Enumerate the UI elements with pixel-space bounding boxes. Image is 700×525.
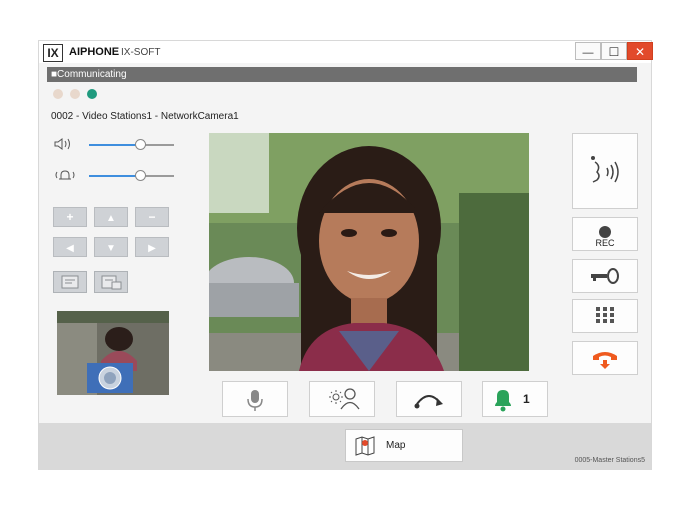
arrow-down-icon: ▼ <box>106 243 116 254</box>
title-bar: IX AIPHONE IX-SOFT — ☐ ✕ <box>39 41 653 63</box>
sub-camera-view[interactable] <box>57 311 169 395</box>
mute-button[interactable] <box>222 381 288 417</box>
ix-logo: IX <box>43 44 63 62</box>
speaker-volume-slider[interactable] <box>89 139 174 150</box>
keypad-icon <box>596 307 614 323</box>
brightness-button[interactable] <box>309 381 375 417</box>
brand-name: AIPHONE <box>69 46 120 58</box>
minimize-icon: — <box>582 47 594 59</box>
transfer-button[interactable] <box>396 381 462 417</box>
arrow-right-icon: ▶ <box>148 243 156 254</box>
map-icon <box>355 436 375 456</box>
keypad-button[interactable] <box>572 299 638 333</box>
minus-icon: − <box>148 210 156 224</box>
footer-bar: Map 0005-Master Stations5 <box>39 423 651 470</box>
talk-button[interactable] <box>572 133 638 209</box>
door-release-button[interactable] <box>572 259 638 293</box>
status-dot-2 <box>70 89 80 99</box>
maximize-button[interactable]: ☐ <box>601 42 627 60</box>
notify-button[interactable]: 1 <box>482 381 548 417</box>
snapshot-icon <box>61 275 79 289</box>
mic-volume-row <box>53 168 193 184</box>
main-video-view[interactable] <box>209 133 529 371</box>
recording-list-button[interactable] <box>94 271 128 293</box>
pan-up-button[interactable]: ▲ <box>94 207 128 227</box>
record-button[interactable]: REC <box>572 217 638 251</box>
speaker-icon <box>53 137 75 154</box>
speaker-volume-thumb[interactable] <box>135 139 146 150</box>
brightness-person-icon <box>329 388 360 410</box>
status-bar: ■Communicating <box>47 67 637 82</box>
map-button[interactable]: Map <box>345 429 463 462</box>
minimize-button[interactable]: — <box>575 42 601 60</box>
speaker-volume-fill <box>89 144 140 146</box>
microphone-icon <box>247 390 263 411</box>
pan-right-button[interactable]: ▶ <box>135 237 169 257</box>
bell-icon <box>495 390 511 412</box>
arrow-up-icon: ▲ <box>106 213 116 224</box>
station-label: 0002 - Video Stations1 - NetworkCamera1 <box>51 111 239 122</box>
status-dot-active <box>87 89 97 99</box>
snapshot-button[interactable] <box>53 271 87 293</box>
pan-down-button[interactable]: ▼ <box>94 237 128 257</box>
status-dot-1 <box>53 89 63 99</box>
map-label: Map <box>386 440 406 451</box>
ix-soft-window: IX AIPHONE IX-SOFT — ☐ ✕ ■Communicating … <box>38 40 653 470</box>
arrow-left-icon: ◀ <box>66 243 74 254</box>
product-name: IX-SOFT <box>121 47 161 58</box>
speaker-volume-row <box>53 137 193 153</box>
close-button[interactable]: ✕ <box>627 42 653 60</box>
zoom-out-button[interactable]: − <box>135 207 169 227</box>
pan-left-button[interactable]: ◀ <box>53 237 87 257</box>
hangup-button[interactable] <box>572 341 638 375</box>
mic-volume-fill <box>89 175 140 177</box>
transfer-icon <box>414 395 443 409</box>
hangup-icon <box>593 352 617 369</box>
key-icon <box>591 268 619 284</box>
recording-list-icon <box>101 275 122 290</box>
plus-icon: + <box>66 210 74 224</box>
maximize-icon: ☐ <box>608 45 620 59</box>
record-label: REC <box>595 238 615 248</box>
close-icon: ✕ <box>634 45 646 59</box>
talk-icon <box>591 156 619 183</box>
local-station-label: 0005-Master Stations5 <box>574 457 645 464</box>
zoom-in-button[interactable]: + <box>53 207 87 227</box>
mic-volume-thumb[interactable] <box>135 170 146 181</box>
mic-volume-icon <box>53 168 83 185</box>
notify-count: 1 <box>523 392 530 406</box>
mic-volume-slider[interactable] <box>89 170 174 181</box>
